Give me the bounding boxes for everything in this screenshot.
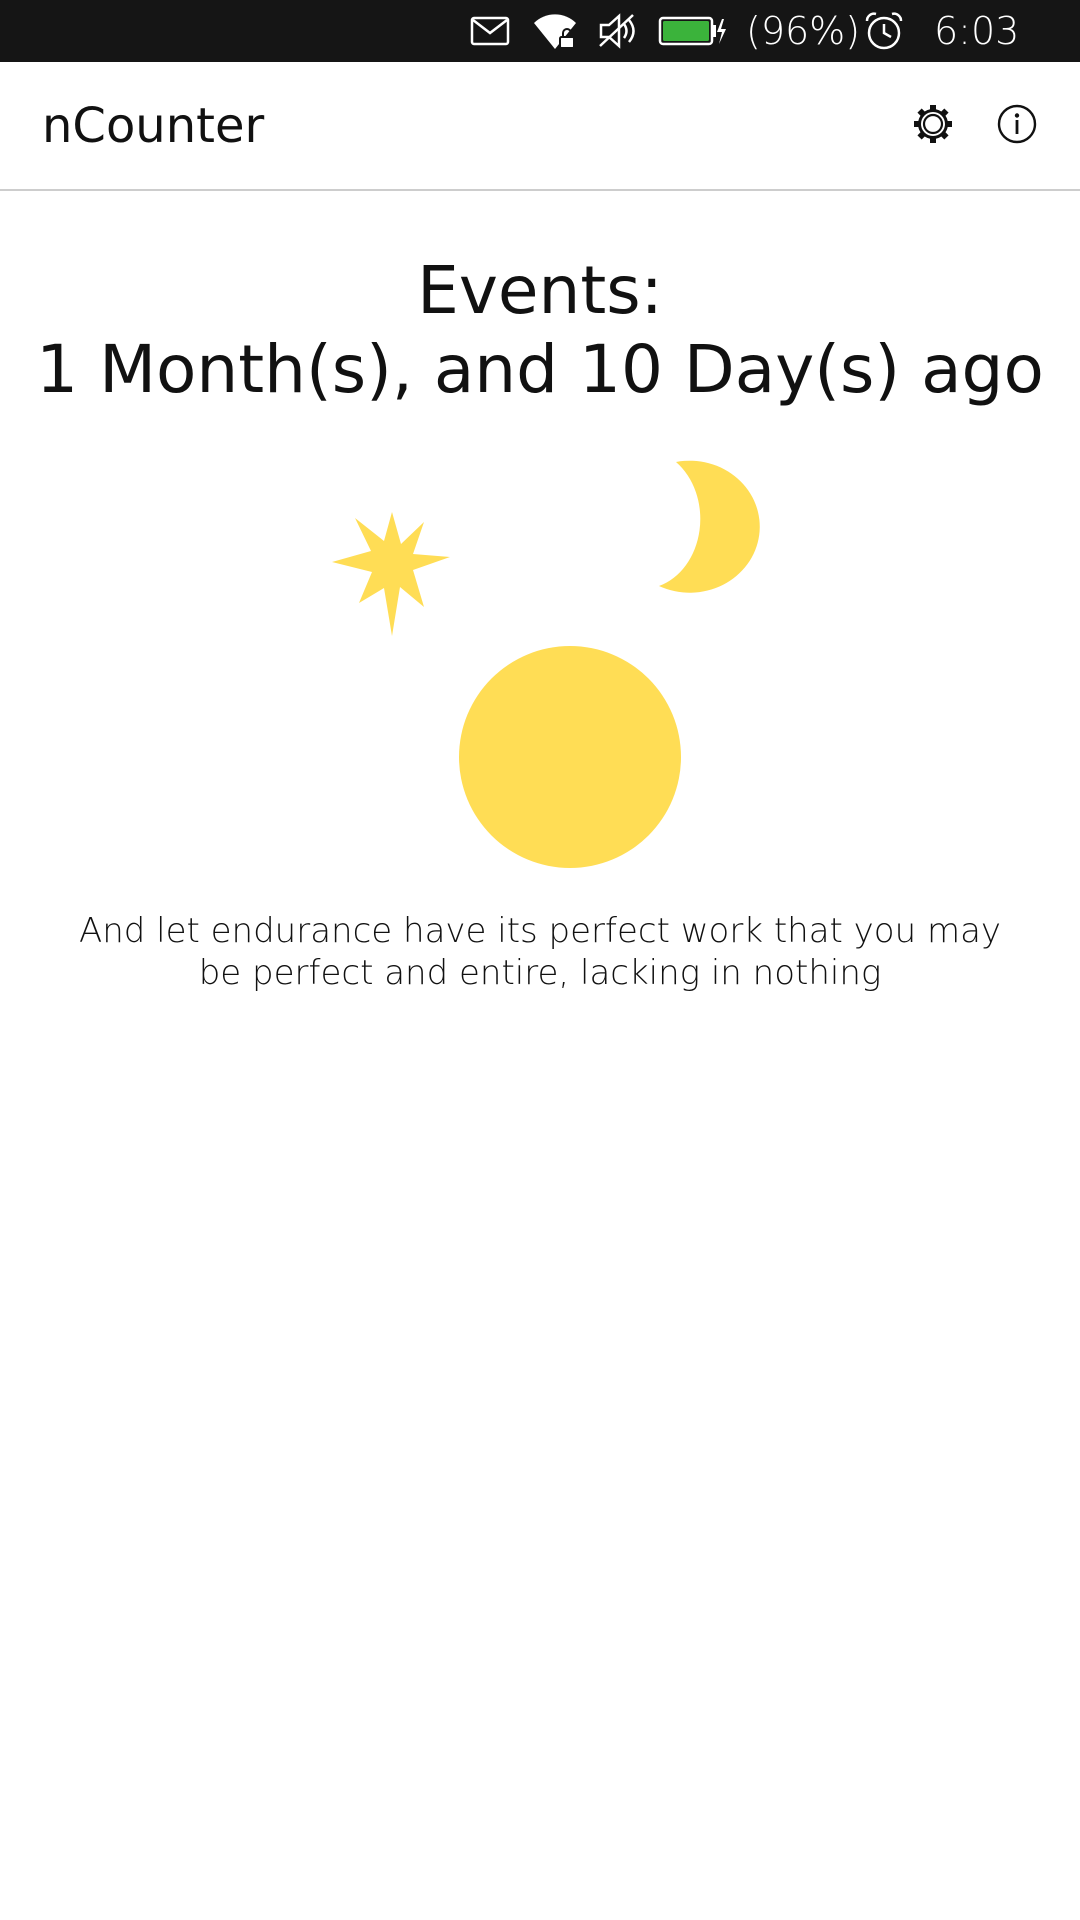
- settings-button[interactable]: [903, 96, 963, 156]
- events-label: Events:: [417, 252, 663, 329]
- crescent-moon-icon: [659, 460, 760, 593]
- info-icon: [996, 103, 1038, 149]
- star-icon: [332, 512, 450, 636]
- clock-time: 6:03 AM: [934, 9, 1020, 115]
- status-bar: (96%) 6:03 AM: [0, 0, 1080, 115]
- gear-icon: [912, 103, 954, 149]
- battery-charging-icon: [657, 0, 727, 62]
- wifi-lock-icon: [530, 0, 580, 62]
- quote-text: And let endurance have its perfect work …: [78, 911, 1002, 993]
- sun-icon: [459, 646, 681, 868]
- info-button[interactable]: [987, 96, 1047, 156]
- elapsed-time: 1 Month(s), and 10 Day(s) ago: [36, 331, 1044, 408]
- app-title: nCounter: [42, 98, 265, 154]
- battery-percent: (96%): [746, 9, 861, 53]
- mail-icon: [468, 0, 512, 62]
- alarm-clock-icon: [862, 0, 906, 62]
- app-header: nCounter: [0, 62, 1080, 191]
- volume-muted-icon: [595, 0, 641, 62]
